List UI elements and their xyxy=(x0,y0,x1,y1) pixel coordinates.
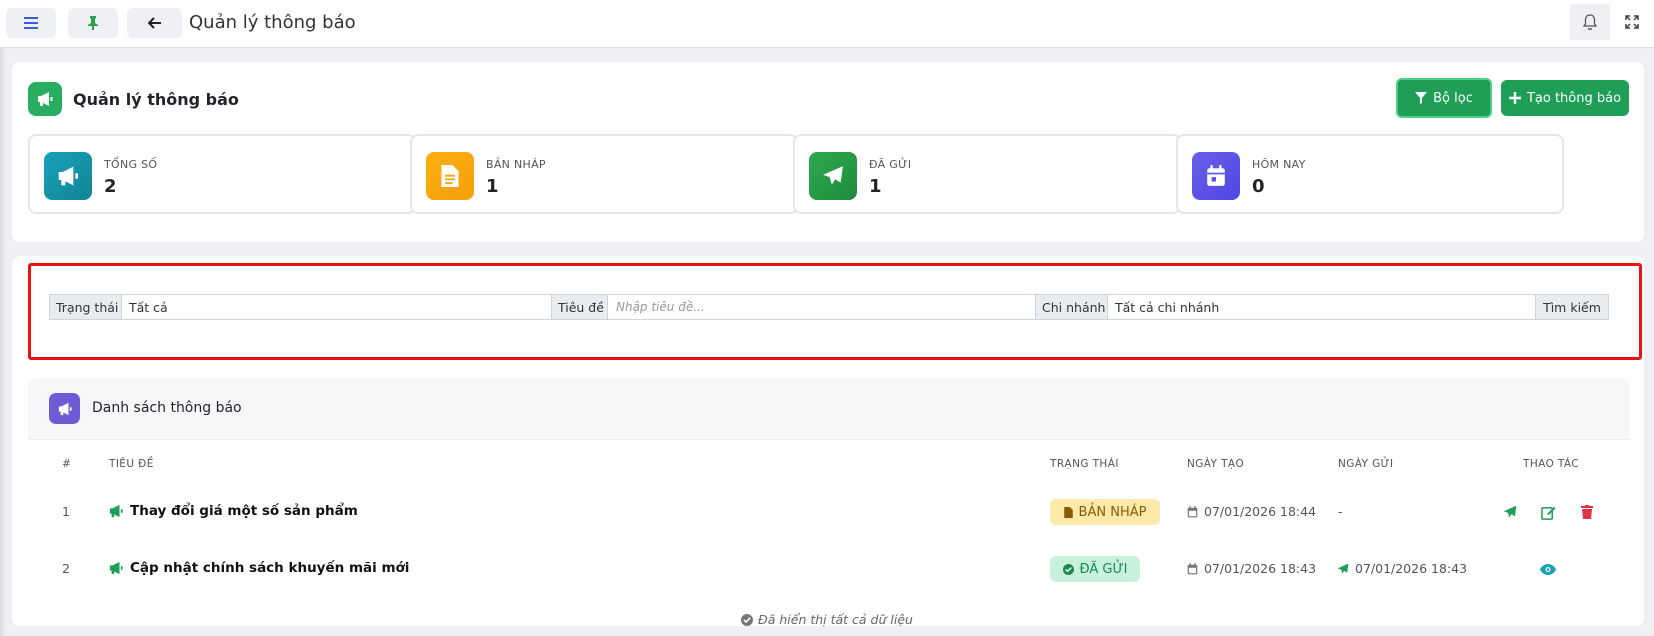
send-icon xyxy=(823,166,843,185)
status-badge: BẢN NHÁP xyxy=(1050,499,1160,525)
stat-value: 0 xyxy=(1252,176,1265,197)
top-bar: Quản lý thông báo xyxy=(0,0,1654,48)
view-action-button[interactable] xyxy=(1538,559,1558,579)
header-card: Quản lý thông báo Bộ lọc Tạo thông báo T… xyxy=(12,62,1644,242)
header-title: Quản lý thông báo xyxy=(73,90,239,109)
row-index: 1 xyxy=(62,504,70,519)
bell-icon xyxy=(1583,14,1597,30)
edit-icon xyxy=(1540,506,1556,520)
row-title: Cập nhật chính sách khuyến mãi mới xyxy=(130,560,410,576)
megaphone-icon xyxy=(58,166,78,186)
row-created: 07/01/2026 18:43 xyxy=(1187,561,1316,576)
megaphone-icon xyxy=(109,561,123,575)
page-title: Quản lý thông báo xyxy=(189,12,356,33)
row-title-cell[interactable]: Thay đổi giá một số sản phẩm xyxy=(108,503,358,519)
megaphone-icon xyxy=(58,402,72,415)
calendar-icon xyxy=(1187,562,1198,574)
menu-button[interactable] xyxy=(6,8,56,38)
row-sent-date: - xyxy=(1338,504,1343,519)
stat-today: HÔM NAY 0 xyxy=(1176,134,1564,214)
megaphone-icon xyxy=(109,504,123,518)
branch-filter-select[interactable]: Tất cả chi nhánh xyxy=(1108,295,1536,319)
megaphone-icon xyxy=(38,92,53,106)
status-badge-label: ĐÃ GỬI xyxy=(1079,561,1128,577)
plus-icon xyxy=(1508,92,1521,104)
create-button-label: Tạo thông báo xyxy=(1526,90,1622,106)
column-header-actions: THAO TÁC xyxy=(1523,458,1580,470)
branch-filter-label: Chi nhánh xyxy=(1036,295,1108,319)
stat-label: TỔNG SỐ xyxy=(104,158,158,171)
document-icon xyxy=(1063,506,1073,518)
stat-total: TỔNG SỐ 2 xyxy=(28,134,416,214)
delete-action-button[interactable] xyxy=(1577,502,1597,522)
create-notification-button[interactable]: Tạo thông báo xyxy=(1501,80,1629,116)
stat-value: 1 xyxy=(869,176,882,197)
trash-icon xyxy=(1581,505,1593,519)
pin-button[interactable] xyxy=(68,8,118,38)
search-button[interactable]: Tìm kiếm xyxy=(1536,295,1608,319)
menu-icon xyxy=(24,17,38,29)
send-icon xyxy=(1337,563,1349,574)
title-filter-label: Tiêu đề xyxy=(552,295,608,319)
stat-value: 1 xyxy=(486,176,499,197)
list-header-icon xyxy=(49,393,80,424)
pin-icon xyxy=(88,16,98,30)
stat-draft: BẢN NHÁP 1 xyxy=(410,134,798,214)
column-header-index: # xyxy=(62,458,72,470)
list-footer-text: Đã hiển thị tất cả dữ liệu xyxy=(758,612,913,627)
row-sent: 07/01/2026 18:43 xyxy=(1337,561,1467,576)
back-arrow-icon xyxy=(147,17,161,29)
column-header-sent: NGÀY GỬI xyxy=(1338,458,1394,470)
notification-button[interactable] xyxy=(1570,4,1610,40)
stat-sent: ĐÃ GỬI 1 xyxy=(793,134,1181,214)
calendar-icon xyxy=(1187,505,1198,517)
filter-bar: Trạng thái Tất cả Tiêu đề Nhập tiêu đề..… xyxy=(49,294,1609,320)
status-badge: ĐÃ GỬI xyxy=(1050,556,1140,582)
status-filter-select[interactable]: Tất cả xyxy=(122,295,552,319)
row-title: Thay đổi giá một số sản phẩm xyxy=(130,503,358,519)
calendar-icon xyxy=(1207,165,1225,186)
filter-button-label: Bộ lọc xyxy=(1433,90,1473,106)
edit-action-button[interactable] xyxy=(1538,502,1558,522)
check-circle-icon xyxy=(1062,563,1074,575)
stat-icon-box xyxy=(426,152,474,200)
row-created-date: 07/01/2026 18:44 xyxy=(1204,504,1317,519)
title-search-input[interactable]: Nhập tiêu đề... xyxy=(608,295,1036,319)
column-header-status: TRẠNG THÁI xyxy=(1050,458,1119,470)
send-icon xyxy=(1503,505,1517,518)
send-action-button[interactable] xyxy=(1500,502,1520,522)
row-created-date: 07/01/2026 18:43 xyxy=(1204,561,1317,576)
column-header-title: TIÊU ĐỀ xyxy=(109,458,154,470)
column-header-created: NGÀY TẠO xyxy=(1187,458,1245,470)
list-footer: Đã hiển thị tất cả dữ liệu xyxy=(0,612,1654,627)
left-edge-shadow xyxy=(0,48,6,636)
row-sent-date: 07/01/2026 18:43 xyxy=(1355,561,1468,576)
filter-icon xyxy=(1415,92,1428,104)
row-created: 07/01/2026 18:44 xyxy=(1187,504,1316,519)
list-header: Danh sách thông báo xyxy=(28,378,1630,440)
stat-label: ĐÃ GỬI xyxy=(869,158,912,171)
header-icon xyxy=(28,82,62,116)
row-title-cell[interactable]: Cập nhật chính sách khuyến mãi mới xyxy=(108,560,409,576)
document-icon xyxy=(441,165,459,187)
stat-icon-box xyxy=(44,152,92,200)
list-title: Danh sách thông báo xyxy=(92,400,242,416)
stat-value: 2 xyxy=(104,176,117,197)
status-filter-label: Trạng thái xyxy=(50,295,122,319)
row-index: 2 xyxy=(62,561,70,576)
stat-label: HÔM NAY xyxy=(1252,158,1306,171)
check-circle-icon xyxy=(741,613,754,626)
stat-icon-box xyxy=(1192,152,1240,200)
back-button[interactable] xyxy=(127,8,182,38)
eye-icon xyxy=(1540,563,1556,575)
status-badge-label: BẢN NHÁP xyxy=(1078,504,1147,520)
fullscreen-button[interactable] xyxy=(1612,4,1652,40)
fullscreen-icon xyxy=(1625,15,1639,29)
filter-button[interactable]: Bộ lọc xyxy=(1396,78,1492,118)
stat-icon-box xyxy=(809,152,857,200)
stat-label: BẢN NHÁP xyxy=(486,158,546,171)
